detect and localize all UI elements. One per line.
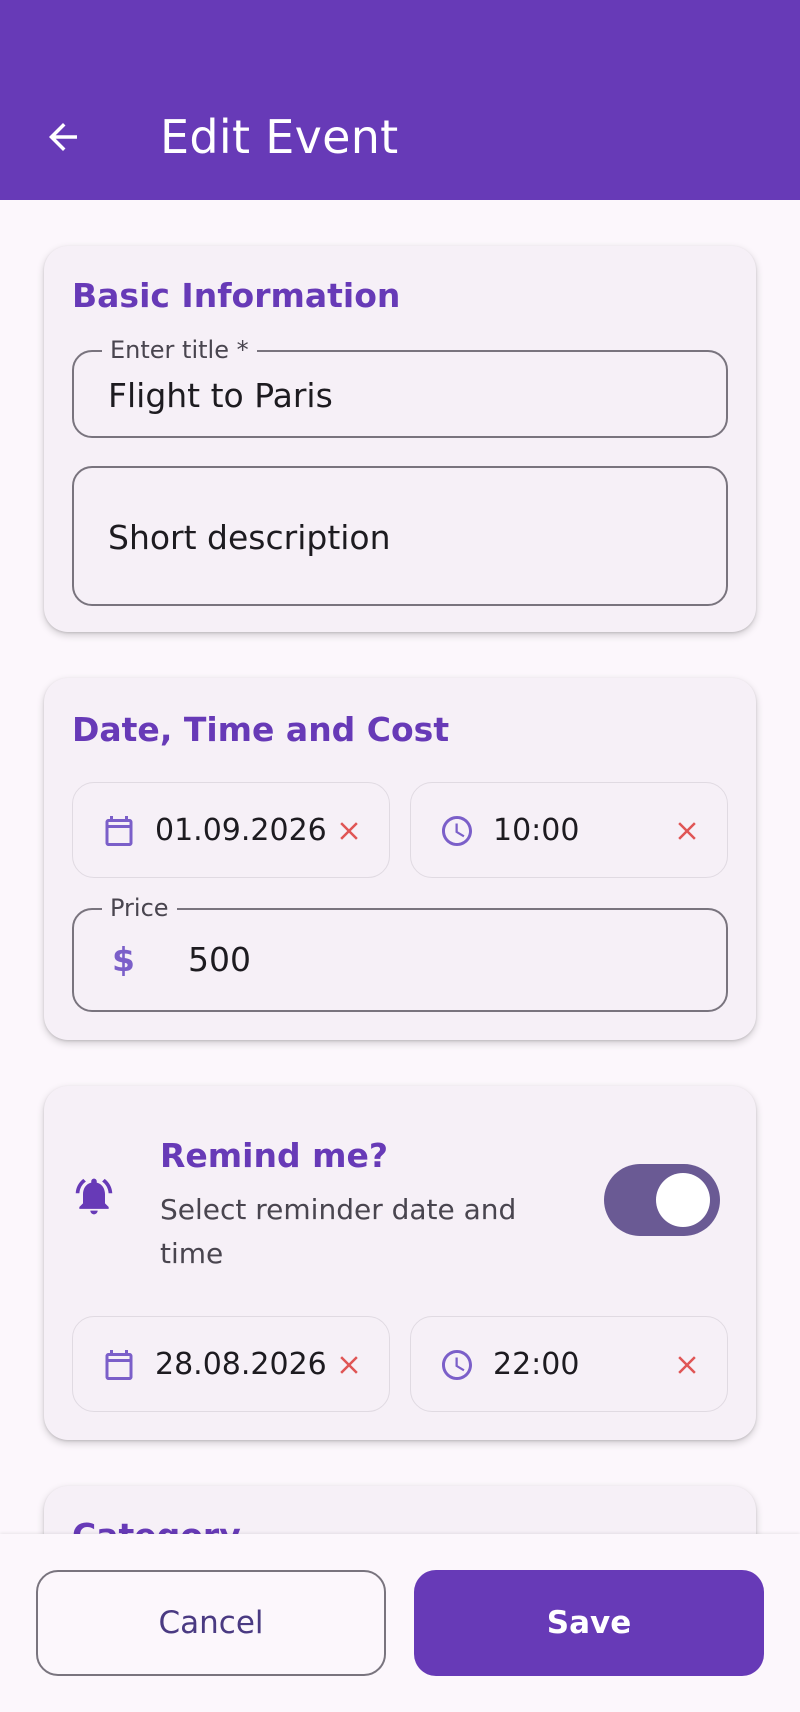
reminder-time-value: 22:00: [493, 1347, 580, 1382]
clock-icon: [442, 816, 472, 846]
description-placeholder: Short description: [108, 518, 391, 557]
clear-date-button[interactable]: [329, 811, 369, 851]
save-button[interactable]: Save: [414, 1570, 764, 1676]
event-time-chip[interactable]: 10:00: [410, 782, 728, 878]
title-field-label: Enter title *: [102, 336, 257, 364]
dollar-icon: $: [112, 940, 135, 979]
cancel-button[interactable]: Cancel: [36, 1570, 386, 1676]
event-date-chip[interactable]: 01.09.2026: [72, 782, 390, 878]
back-button[interactable]: [38, 112, 88, 162]
card-title-basic-information: Basic Information: [72, 276, 401, 315]
clear-reminder-time-button[interactable]: [667, 1345, 707, 1385]
reminder-date-chip[interactable]: 28.08.2026: [72, 1316, 390, 1412]
reminder-time-chip[interactable]: 22:00: [410, 1316, 728, 1412]
page-title: Edit Event: [160, 110, 399, 164]
date-time-cost-card: Date, Time and Cost 01.09.2026 10:00 Pri…: [44, 678, 756, 1040]
title-field-value: Flight to Paris: [108, 376, 333, 415]
reminder-card: Remind me? Select reminder date and time…: [44, 1086, 756, 1440]
card-title-date-time-cost: Date, Time and Cost: [72, 710, 450, 749]
price-field-value: 500: [188, 940, 251, 979]
event-time-value: 10:00: [493, 813, 580, 848]
clear-time-button[interactable]: [667, 811, 707, 851]
bottom-action-bar: Cancel Save: [0, 1534, 800, 1712]
description-field[interactable]: Short description: [72, 466, 728, 606]
reminder-subtitle: Select reminder date and time: [160, 1193, 517, 1270]
close-icon: [340, 1356, 358, 1374]
reminder-toggle[interactable]: [604, 1164, 720, 1236]
close-icon: [678, 1356, 696, 1374]
clear-reminder-date-button[interactable]: [329, 1345, 369, 1385]
reminder-title: Remind me?: [160, 1136, 389, 1175]
basic-information-card: Basic Information Enter title * Flight t…: [44, 246, 756, 632]
close-icon: [340, 822, 358, 840]
calendar-icon: [105, 1350, 133, 1380]
bell-ring-icon: [75, 1178, 113, 1215]
title-field[interactable]: Enter title * Flight to Paris: [72, 336, 728, 438]
price-field[interactable]: Price $ 500: [72, 894, 728, 1012]
close-icon: [678, 822, 696, 840]
arrow-left-icon: [49, 123, 77, 151]
price-field-label: Price: [102, 894, 177, 922]
app-bar: Edit Event: [0, 0, 800, 200]
event-date-value: 01.09.2026: [155, 813, 327, 848]
calendar-icon: [105, 816, 133, 846]
toggle-knob: [656, 1173, 710, 1227]
clock-icon: [442, 1350, 472, 1380]
reminder-date-value: 28.08.2026: [155, 1347, 327, 1382]
